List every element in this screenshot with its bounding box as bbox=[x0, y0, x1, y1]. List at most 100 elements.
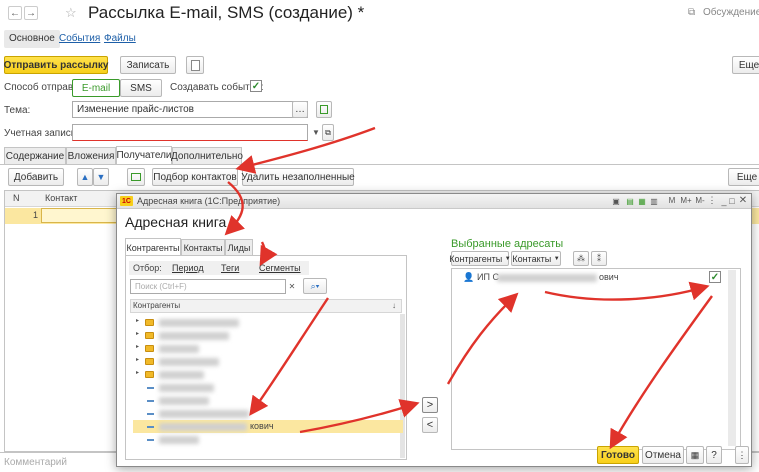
tab-attachments[interactable]: Вложения bbox=[66, 147, 116, 164]
tab-additional[interactable]: Дополнительно bbox=[171, 147, 243, 164]
recipients-more-button[interactable]: Еще bbox=[728, 168, 759, 186]
tree-row[interactable]: ▸ bbox=[133, 368, 403, 381]
account-field[interactable] bbox=[72, 124, 308, 141]
expand-icon[interactable]: ▸ bbox=[136, 330, 139, 337]
tree-row[interactable] bbox=[133, 433, 403, 446]
dropdown-icon: ▼ bbox=[504, 255, 511, 262]
selected-row[interactable]: 👤 ИП С ович ✓ bbox=[453, 271, 726, 284]
filter-period-link[interactable]: Период bbox=[172, 263, 204, 273]
memory-icon[interactable]: M bbox=[665, 195, 679, 206]
chevron-down-icon[interactable]: ▼ bbox=[311, 126, 321, 138]
selected-contacts-label: Контакты bbox=[512, 253, 552, 264]
move-right-button[interactable]: > bbox=[422, 397, 438, 413]
delete-empty-button[interactable]: Удалить незаполненные bbox=[241, 168, 355, 186]
print-preview-button[interactable] bbox=[186, 56, 204, 74]
save-button[interactable]: Записать bbox=[120, 56, 176, 74]
redacted-name bbox=[159, 397, 209, 405]
table-view-button[interactable] bbox=[127, 168, 145, 186]
move-down-button[interactable]: ▼ bbox=[93, 168, 109, 186]
tree-row[interactable] bbox=[133, 394, 403, 407]
selected-contacts-button[interactable]: Контакты ▼ bbox=[511, 251, 561, 266]
help-button[interactable]: ? bbox=[706, 446, 722, 464]
maximize-icon[interactable]: □ bbox=[727, 195, 737, 206]
filter-label: Отбор: bbox=[133, 263, 162, 273]
subject-open-button[interactable] bbox=[316, 101, 332, 118]
method-sms-button[interactable]: SMS bbox=[120, 79, 162, 97]
more-menu-button[interactable]: ⋮ bbox=[735, 446, 749, 464]
group-remove-icon: ⁑ bbox=[597, 254, 601, 263]
memory-minus-icon[interactable]: M- bbox=[693, 195, 707, 206]
person-icon: 👤 bbox=[463, 272, 475, 282]
discussion-link[interactable]: Обсуждение bbox=[703, 7, 759, 18]
selected-counterparties-button[interactable]: Контрагенты ▼ bbox=[449, 251, 511, 266]
expand-icon[interactable]: ▸ bbox=[136, 317, 139, 324]
filter-segments-link[interactable]: Сегменты bbox=[259, 263, 301, 273]
tree-row[interactable] bbox=[133, 381, 403, 394]
search-button[interactable]: ⌕▾ bbox=[303, 278, 327, 294]
forward-icon[interactable]: → bbox=[24, 6, 38, 20]
move-left-button[interactable]: < bbox=[422, 417, 438, 433]
add-button[interactable]: Добавить bbox=[8, 168, 64, 186]
calendar-icon[interactable]: ▥ bbox=[649, 196, 659, 206]
move-up-button[interactable]: ▲ bbox=[77, 168, 93, 186]
tab-leads[interactable]: Лиды bbox=[225, 239, 253, 256]
tree-header-label: Контрагенты bbox=[133, 301, 181, 310]
redacted-name bbox=[159, 410, 249, 418]
nav-tab-main[interactable]: Основное bbox=[4, 30, 60, 48]
folder-icon bbox=[145, 371, 154, 378]
nav-tab-files[interactable]: Файлы bbox=[104, 33, 136, 44]
tree-row[interactable]: ▸ bbox=[133, 342, 403, 355]
expand-icon[interactable]: ▸ bbox=[136, 369, 139, 376]
redacted-name bbox=[159, 319, 239, 327]
document-icon bbox=[190, 59, 200, 71]
star-icon[interactable]: ☆ bbox=[65, 5, 77, 21]
tree-row[interactable] bbox=[133, 407, 403, 420]
back-icon[interactable]: ← bbox=[8, 6, 22, 20]
menu-icon[interactable]: ⋮ bbox=[707, 195, 717, 206]
row-contact[interactable] bbox=[41, 208, 121, 223]
folder-icon bbox=[145, 358, 154, 365]
memory-plus-icon[interactable]: M+ bbox=[679, 195, 693, 206]
search-clear-icon[interactable]: ✕ bbox=[287, 281, 297, 291]
close-icon[interactable]: ✕ bbox=[738, 195, 748, 206]
method-email-button[interactable]: E-mail bbox=[72, 79, 120, 97]
tree-row-selected[interactable]: кович bbox=[133, 420, 403, 433]
done-button[interactable]: Готово bbox=[597, 446, 639, 464]
send-mailing-button[interactable]: Отправить рассылку bbox=[4, 56, 108, 74]
search-placeholder: Поиск (Ctrl+F) bbox=[135, 282, 187, 291]
nav-tab-events[interactable]: События bbox=[59, 33, 100, 44]
selected-checkbox[interactable]: ✓ bbox=[709, 271, 721, 283]
table-small-icon[interactable]: ▦ bbox=[637, 196, 647, 206]
tree-row[interactable]: ▸ bbox=[133, 329, 403, 342]
dialog-settings-button[interactable]: ▦ bbox=[686, 446, 704, 464]
item-icon bbox=[147, 387, 154, 389]
sort-down-icon[interactable]: ↓ bbox=[389, 300, 399, 310]
tree-row[interactable]: ▸ bbox=[133, 316, 403, 329]
tab-contacts[interactable]: Контакты bbox=[181, 239, 225, 256]
account-open-button[interactable]: ⧉ bbox=[322, 124, 334, 141]
create-events-checkbox[interactable]: ✓ bbox=[250, 80, 262, 92]
selected-list-scrollbar[interactable] bbox=[728, 270, 736, 446]
tab-counterparties[interactable]: Контрагенты bbox=[125, 238, 181, 256]
folder-icon bbox=[145, 345, 154, 352]
tree-row[interactable]: ▸ bbox=[133, 355, 403, 368]
print-icon[interactable]: ▤ bbox=[625, 196, 635, 206]
search-input[interactable]: Поиск (Ctrl+F) bbox=[130, 279, 286, 294]
expand-icon[interactable]: ▸ bbox=[136, 356, 139, 363]
redacted-name bbox=[159, 345, 199, 353]
link-icon[interactable]: ▣ bbox=[611, 196, 621, 206]
tab-content[interactable]: Содержание bbox=[4, 147, 66, 164]
window-title: Рассылка E-mail, SMS (создание) * bbox=[88, 3, 365, 22]
cancel-button[interactable]: Отмена bbox=[642, 446, 684, 464]
expand-icon[interactable]: ▸ bbox=[136, 343, 139, 350]
subject-select-button[interactable]: … bbox=[292, 101, 308, 118]
subject-field[interactable]: Изменение прайс-листов bbox=[72, 101, 308, 118]
tab-recipients[interactable]: Получатели bbox=[116, 146, 172, 164]
selected-counterparties-label: Контрагенты bbox=[449, 253, 503, 264]
group-remove-button[interactable]: ⁑ bbox=[591, 251, 607, 266]
more-button[interactable]: Еще bbox=[732, 56, 759, 74]
pick-contacts-button[interactable]: Подбор контактов bbox=[152, 168, 238, 186]
item-icon bbox=[147, 400, 154, 402]
group-add-button[interactable]: ⁂ bbox=[573, 251, 589, 266]
filter-tags-link[interactable]: Теги bbox=[221, 263, 239, 273]
